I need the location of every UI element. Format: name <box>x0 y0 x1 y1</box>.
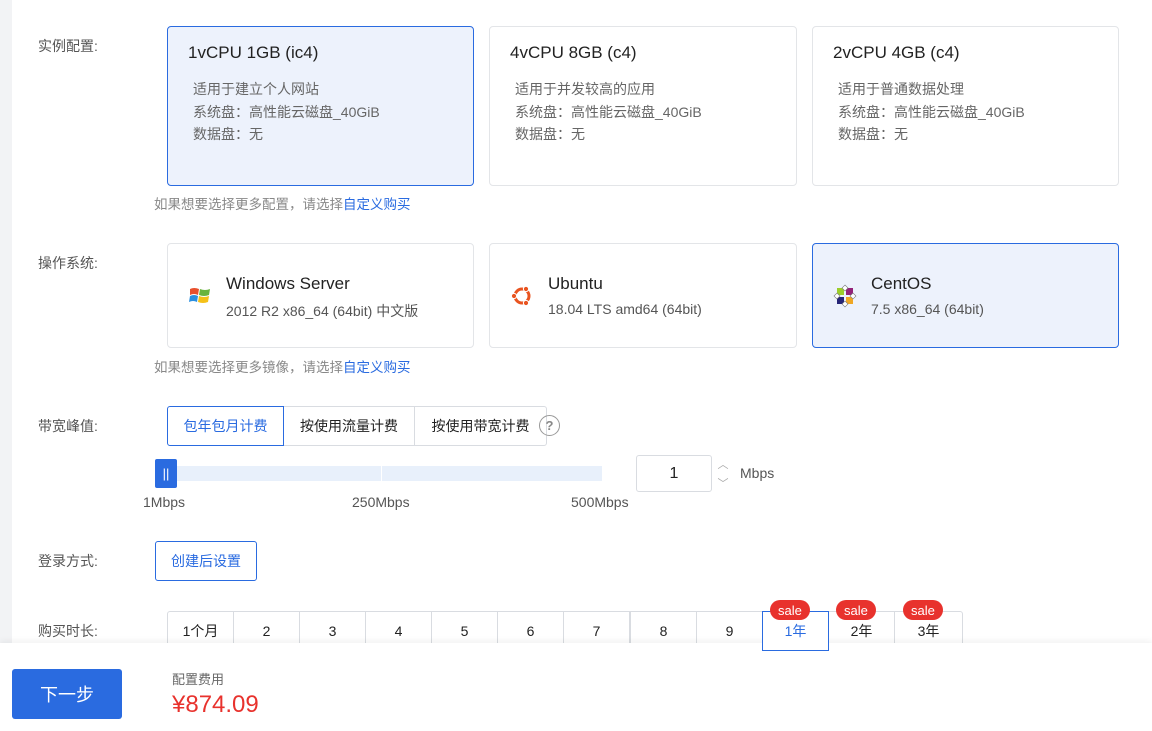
config-card-data-disk: 数据盘：无 <box>515 126 585 142</box>
config-card-data-disk: 数据盘：无 <box>193 126 263 142</box>
bandwidth-slider-track[interactable] <box>155 466 602 481</box>
os-card-windows[interactable]: Windows Server 2012 R2 x86_64 (64bit) 中文… <box>167 243 474 348</box>
bandwidth-input[interactable]: 1 <box>636 455 712 492</box>
os-version: 7.5 x86_64 (64bit) <box>871 301 984 317</box>
bandwidth-label: 带宽峰值: <box>38 418 98 434</box>
os-version: 2012 R2 x86_64 (64bit) 中文版 <box>226 303 419 319</box>
os-name: Ubuntu <box>548 274 603 293</box>
os-label: 操作系统: <box>38 255 98 271</box>
sale-badge: sale <box>836 600 876 620</box>
config-card-1[interactable]: 1vCPU 1GB (ic4) 适用于建立个人网站 系统盘：高性能云磁盘_40G… <box>167 26 474 186</box>
sale-badge: sale <box>770 600 810 620</box>
config-card-desc: 适用于建立个人网站 <box>193 81 319 97</box>
config-hint: 如果想要选择更多配置，请选择自定义购买 <box>154 193 411 213</box>
config-card-data-disk: 数据盘：无 <box>838 126 908 142</box>
bandwidth-unit: Mbps <box>740 465 775 481</box>
duration-label: 购买时长: <box>38 623 98 639</box>
config-card-2[interactable]: 4vCPU 8GB (c4) 适用于并发较高的应用 系统盘：高性能云磁盘_40G… <box>489 26 797 186</box>
config-card-title: 2vCPU 4GB (c4) <box>833 43 960 62</box>
custom-purchase-link[interactable]: 自定义购买 <box>343 360 411 375</box>
help-icon[interactable]: ? <box>539 415 560 436</box>
decrement-icon[interactable]: ﹀ <box>712 474 734 492</box>
slider-tick <box>381 466 382 481</box>
centos-icon <box>833 284 857 308</box>
windows-icon <box>189 288 210 303</box>
tab-traffic-billing[interactable]: 按使用流量计费 <box>283 406 415 446</box>
slider-mid-label: 250Mbps <box>352 494 410 510</box>
os-hint: 如果想要选择更多镜像，请选择自定义购买 <box>154 356 411 376</box>
tab-bandwidth-billing[interactable]: 按使用带宽计费 <box>414 406 547 446</box>
config-card-system-disk: 系统盘：高性能云磁盘_40GiB <box>515 104 702 120</box>
slider-max-label: 500Mbps <box>571 494 629 510</box>
config-hint-text: 如果想要选择更多配置，请选择 <box>154 197 343 212</box>
custom-purchase-link[interactable]: 自定义购买 <box>343 197 411 212</box>
next-step-button[interactable]: 下一步 <box>12 669 122 719</box>
config-card-system-disk: 系统盘：高性能云磁盘_40GiB <box>838 104 1025 120</box>
config-card-title: 4vCPU 8GB (c4) <box>510 43 637 62</box>
increment-icon[interactable]: ︿ <box>712 455 734 473</box>
config-label: 实例配置: <box>38 38 98 54</box>
os-name: CentOS <box>871 274 932 293</box>
footer-bar: 下一步 配置费用 ¥874.09 <box>0 643 1152 731</box>
config-card-desc: 适用于并发较高的应用 <box>515 81 655 97</box>
fee-value: ¥874.09 <box>172 691 259 718</box>
os-version: 18.04 LTS amd64 (64bit) <box>548 301 702 317</box>
tab-annual-monthly[interactable]: 包年包月计费 <box>167 406 284 446</box>
login-label: 登录方式: <box>38 553 98 569</box>
os-hint-text: 如果想要选择更多镜像，请选择 <box>154 360 343 375</box>
os-card-ubuntu[interactable]: Ubuntu 18.04 LTS amd64 (64bit) <box>489 243 797 348</box>
config-card-3[interactable]: 2vCPU 4GB (c4) 适用于普通数据处理 系统盘：高性能云磁盘_40Gi… <box>812 26 1119 186</box>
bandwidth-slider-thumb[interactable]: || <box>155 459 177 488</box>
config-card-system-disk: 系统盘：高性能云磁盘_40GiB <box>193 104 380 120</box>
os-card-centos[interactable]: CentOS 7.5 x86_64 (64bit) <box>812 243 1119 348</box>
slider-min-label: 1Mbps <box>143 494 186 510</box>
ubuntu-icon <box>510 285 531 307</box>
set-after-create-button[interactable]: 创建后设置 <box>155 541 257 581</box>
sale-badge: sale <box>903 600 943 620</box>
config-card-desc: 适用于普通数据处理 <box>838 81 964 97</box>
config-card-title: 1vCPU 1GB (ic4) <box>188 43 319 62</box>
fee-label: 配置费用 <box>172 672 225 687</box>
os-name: Windows Server <box>226 274 350 293</box>
